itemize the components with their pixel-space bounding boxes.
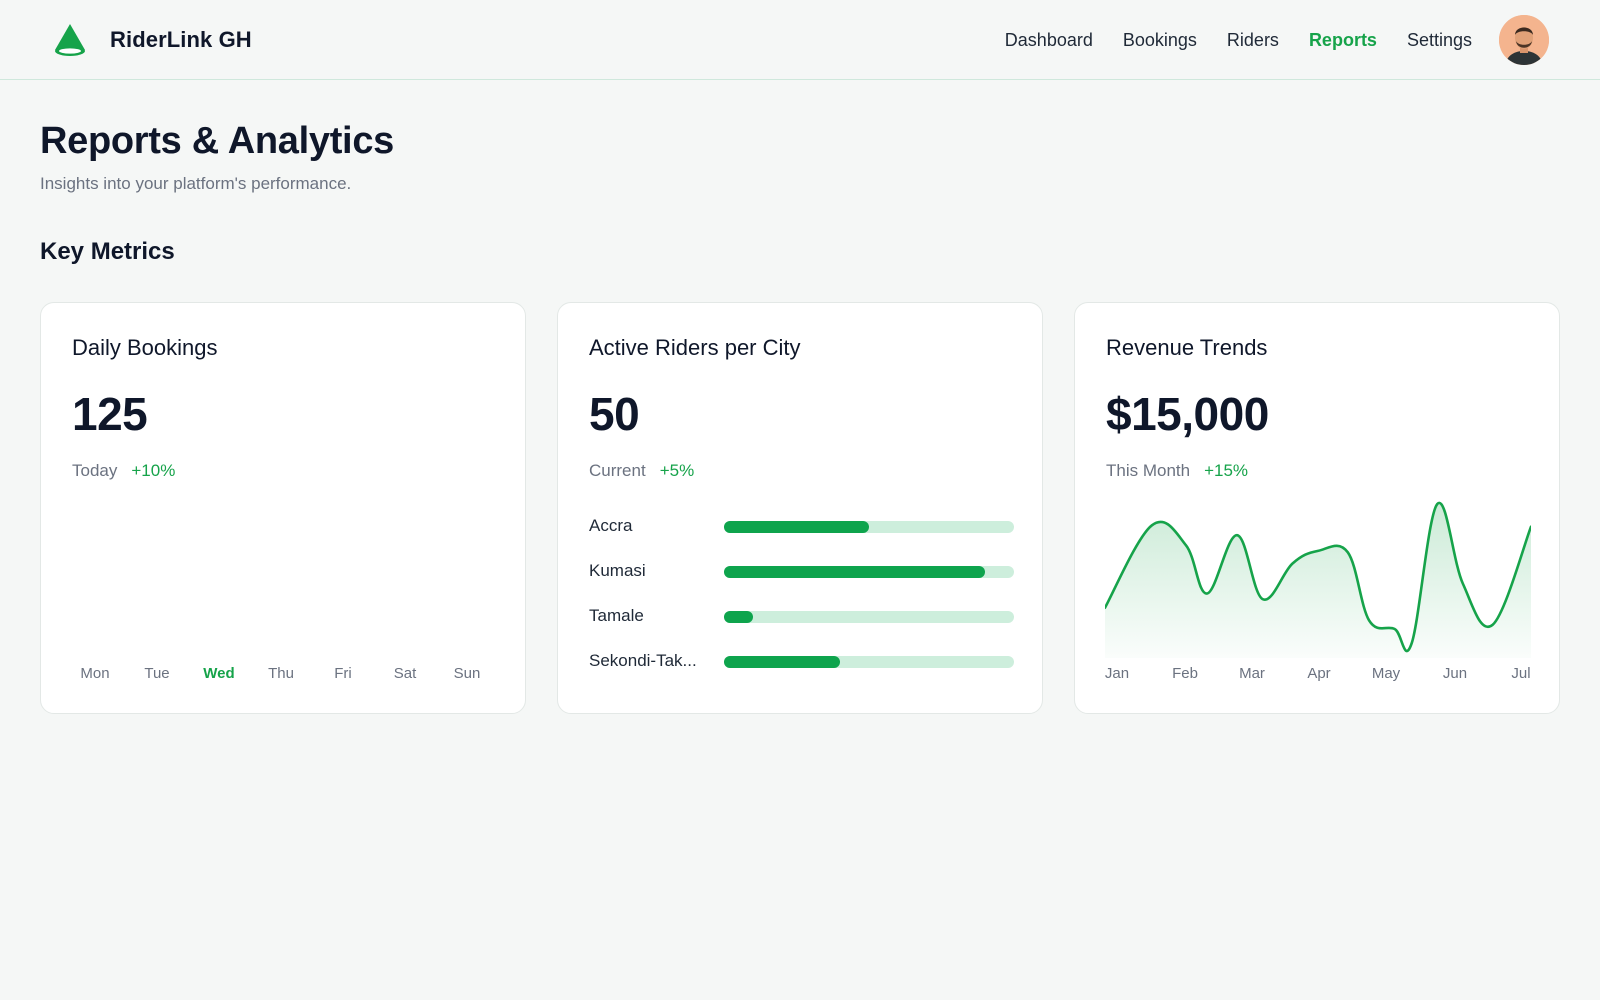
metric-value: 125 [72, 388, 148, 440]
day-label[interactable]: Mon [65, 665, 125, 682]
city-name: Sekondi-Tak... [589, 651, 697, 670]
month-tick-label: Jan [1104, 665, 1130, 682]
day-label-active[interactable]: Wed [189, 665, 249, 682]
city-row: Kumasi [589, 560, 1014, 605]
city-row: Sekondi-Tak... [589, 650, 1014, 695]
city-name: Tamale [589, 606, 644, 625]
day-label[interactable]: Tue [127, 665, 187, 682]
nav-settings[interactable]: Settings [1407, 28, 1472, 52]
revenue-trends-card: Revenue Trends $15,000 This Month +15% J… [1074, 302, 1560, 714]
section-title: Key Metrics [40, 238, 175, 265]
month-tick-label: Mar [1239, 665, 1265, 682]
metric-change: +15% [1204, 461, 1249, 480]
riderlink-logo-icon [55, 24, 85, 56]
metric-change: +10% [131, 461, 176, 480]
metric-meta: Current +5% [589, 461, 694, 481]
nav-bookings[interactable]: Bookings [1123, 28, 1197, 52]
nav-riders[interactable]: Riders [1227, 28, 1279, 52]
city-name: Kumasi [589, 561, 646, 580]
nav-dashboard[interactable]: Dashboard [1005, 28, 1093, 52]
nav-reports[interactable]: Reports [1309, 28, 1377, 52]
month-tick-label: Jul [1511, 665, 1531, 682]
active-riders-card: Active Riders per City 50 Current +5% Ac… [557, 302, 1043, 714]
city-bar-track [724, 611, 1014, 623]
daily-bookings-card: Daily Bookings 125 Today +10% Mon Tue We… [40, 302, 526, 714]
month-tick-label: Jun [1442, 665, 1468, 682]
day-axis: Mon Tue Wed Thu Fri Sat Sun [65, 665, 505, 685]
city-bar-fill [724, 656, 840, 668]
day-label[interactable]: Thu [251, 665, 311, 682]
day-label[interactable]: Fri [313, 665, 373, 682]
metric-change: +5% [659, 461, 695, 480]
metric-meta: Today +10% [72, 461, 175, 481]
month-axis: Jan Feb Mar Apr May Jun Jul [1105, 665, 1531, 685]
brand-name: RiderLink GH [110, 27, 252, 52]
day-label[interactable]: Sat [375, 665, 435, 682]
city-row: Tamale [589, 605, 1014, 650]
card-title: Revenue Trends [1106, 335, 1268, 360]
user-avatar-icon [1499, 15, 1549, 65]
city-bar-list: Accra Kumasi Tamale Sekondi-Tak... [589, 515, 1014, 695]
metric-value: 50 [589, 388, 640, 440]
card-title: Active Riders per City [589, 335, 801, 360]
month-tick-label: Feb [1172, 665, 1198, 682]
user-avatar[interactable] [1499, 15, 1549, 65]
brand[interactable]: RiderLink GH [52, 22, 252, 58]
top-navigation-bar: RiderLink GH Dashboard Bookings Riders R… [0, 0, 1600, 80]
city-bar-track [724, 521, 1014, 533]
metric-value: $15,000 [1106, 388, 1269, 440]
metric-period: Today [72, 461, 118, 480]
city-bar-fill [724, 611, 753, 623]
city-bar-fill [724, 521, 869, 533]
month-tick-label: Apr [1307, 665, 1331, 682]
page-subtitle: Insights into your platform's performanc… [40, 174, 352, 193]
city-bar-track [724, 656, 1014, 668]
revenue-area-chart[interactable] [1105, 498, 1531, 658]
month-tick-label: May [1371, 665, 1401, 682]
main-nav: Dashboard Bookings Riders Reports Settin… [975, 28, 1472, 52]
page-title: Reports & Analytics [40, 120, 394, 162]
city-bar-track [724, 566, 1014, 578]
metric-meta: This Month +15% [1106, 461, 1248, 481]
metric-period: This Month [1106, 461, 1191, 480]
city-bar-fill [724, 566, 985, 578]
day-label[interactable]: Sun [437, 665, 497, 682]
city-row: Accra [589, 515, 1014, 560]
card-title: Daily Bookings [72, 335, 218, 360]
city-name: Accra [589, 516, 633, 535]
metric-period: Current [589, 461, 646, 480]
